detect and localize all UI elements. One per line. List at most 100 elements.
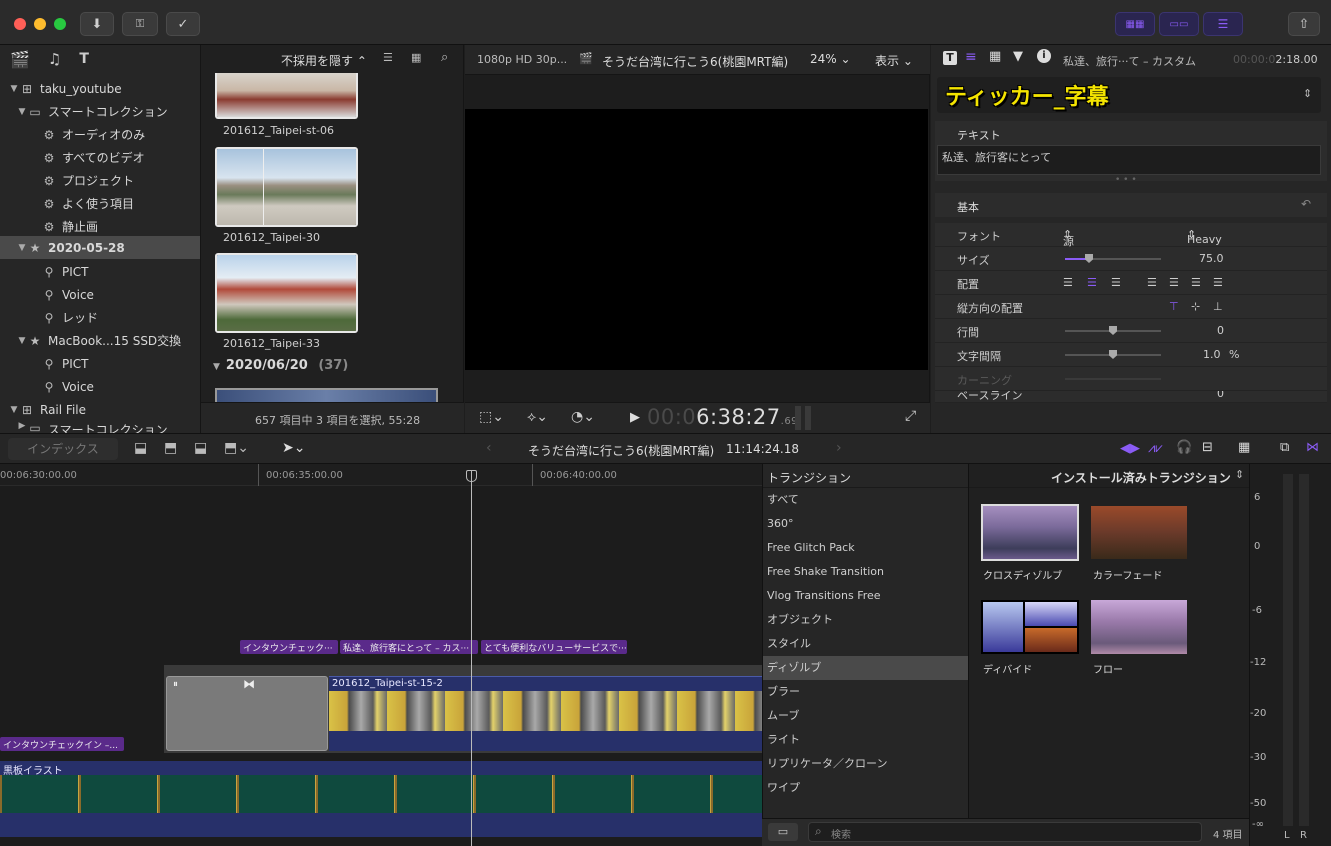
library-item-voice-2[interactable]: ⚲ Voice [0,375,200,398]
basic-section-header[interactable]: 基本 ↶ [935,193,1327,217]
kerning-slider[interactable] [1065,378,1161,380]
timeline-ruler[interactable]: 00:06:30:00.00 00:06:35:00.00 00:06:40:0… [0,464,762,486]
append-clip-icon[interactable]: ⬓ [194,440,207,456]
show-browser-button[interactable]: ▦▦ [1115,12,1155,36]
zoom-window-button[interactable] [54,18,66,30]
keywords-button[interactable]: ⚿ [122,12,158,36]
display-menu[interactable]: 表示 ⌄ [875,52,913,69]
tracking-value[interactable]: 1.0 [1203,348,1221,361]
library-item-pict[interactable]: ⚲ PICT [0,260,200,283]
align-left-icon[interactable]: ☰ [1063,276,1073,289]
zoom-popup[interactable]: 24% ⌄ [810,52,851,66]
category-item[interactable]: ライト [763,728,968,752]
library-item-pict-2[interactable]: ⚲ PICT [0,352,200,375]
title-clip[interactable]: インタウンチェック··· [240,640,338,654]
disclosure-triangle-icon[interactable]: ▼ [8,84,20,94]
library-item-projects[interactable]: ⚙ プロジェクト [0,169,200,192]
skimming-icon[interactable]: ◀▶ [1120,441,1140,456]
event-date-header[interactable]: ▼ 2020/06/20 (37) [213,358,348,373]
line-spacing-value[interactable]: 0 [1217,324,1224,337]
library-item-event-2020-05-28[interactable]: ▼ ★ 2020-05-28 [0,236,200,259]
disclosure-triangle-icon[interactable]: ▼ [16,336,28,346]
category-item[interactable]: ワイプ [763,776,968,800]
justify-center-icon[interactable]: ☰ [1169,276,1179,289]
align-right-icon[interactable]: ☰ [1111,276,1121,289]
video-clip[interactable]: 201612_Taipei-st-15-2 [329,676,762,751]
titles-generators-tab-icon[interactable]: T [79,51,89,67]
size-slider[interactable] [1065,254,1161,263]
line-spacing-slider[interactable] [1065,326,1161,335]
category-item[interactable]: すべて [763,488,968,512]
transform-icon[interactable]: ⬚⌄ [479,409,504,425]
overwrite-clip-icon[interactable]: ⬒⌄ [224,440,249,456]
category-item[interactable]: ムーブ [763,704,968,728]
clip-thumbnail[interactable] [215,147,358,227]
show-timeline-button[interactable]: ▭▭ [1159,12,1199,36]
font-popup[interactable]: 源ノ角ゴシック... ⇕ [1063,228,1085,344]
baseline-value[interactable]: 0 [1217,391,1224,400]
align-center-icon[interactable]: ☰ [1087,276,1097,289]
transition-tile-cross-dissolve[interactable] [981,504,1079,561]
library-item-voice[interactable]: ⚲ Voice [0,283,200,306]
back-arrow-icon[interactable]: ‹ [486,440,492,456]
sidebar-toggle-icon[interactable]: ▭ [768,823,798,841]
title-inspector-icon[interactable]: T [943,51,957,65]
clip-thumbnail[interactable] [215,388,438,402]
connect-clip-icon[interactable]: ⬓ [134,440,147,456]
crop-icon[interactable]: ⟡⌄ [527,409,548,425]
fullscreen-icon[interactable]: ⤢ [905,408,916,424]
timecode-display[interactable]: 00:06:38:27.69 [647,405,798,429]
index-button[interactable]: インデックス [8,438,118,460]
filter-popup[interactable]: 不採用を隠す ⌃ [281,52,367,69]
clip-thumbnail[interactable] [215,73,358,119]
filmstrip-icon[interactable]: ▦ [411,51,421,64]
list-view-icon[interactable]: ☰ [383,51,393,64]
import-button[interactable]: ⬇ [80,12,114,36]
solo-icon[interactable]: ⊟ [1202,440,1213,455]
speed-icon[interactable]: ◔⌄ [571,409,595,425]
category-item[interactable]: ブラー [763,680,968,704]
preset-popup[interactable]: ティッカー_字幕 ⇕ [937,77,1321,113]
transitions-search-input[interactable]: ⌕ 検索 [808,822,1202,842]
video-inspector-icon[interactable]: ▦ [989,49,1001,64]
share-button[interactable]: ⇧ [1288,12,1320,36]
size-value[interactable]: 75.0 [1199,252,1224,265]
title-clip[interactable]: インタウンチェックイン –... [0,737,124,751]
clip-thumbnail[interactable] [215,253,358,333]
transition-tile-divide[interactable] [981,600,1079,654]
close-window-button[interactable] [14,18,26,30]
video-canvas[interactable] [465,109,928,370]
slider-thumb[interactable] [1109,350,1117,359]
title-clip[interactable]: とても便利なバリューサービスで··· [481,640,627,654]
valign-middle-icon[interactable]: ⊹ [1191,300,1200,313]
library-item-smart-collections[interactable]: ▼ ▭ スマートコレクション [0,100,200,123]
transition-clip[interactable]: ⏸ ⧓ [166,676,328,751]
installed-transitions-popup[interactable]: インストール済みトランジション ⇕ [969,464,1250,488]
category-item[interactable]: Vlog Transitions Free [763,584,968,608]
transition-tile-color-fade[interactable] [1091,506,1187,559]
slider-thumb[interactable] [1085,254,1093,263]
show-inspector-button[interactable]: ☰ [1203,12,1243,36]
transitions-browser-icon[interactable]: ⋈ [1306,440,1319,455]
justify-right-icon[interactable]: ☰ [1191,276,1201,289]
audio-skimming-icon[interactable]: ⩘⩗ [1148,441,1163,456]
resize-handle-icon[interactable]: • • • [1115,175,1137,185]
disclosure-triangle-icon[interactable]: ▼ [16,243,28,253]
playhead[interactable] [471,470,472,846]
library-item-smart-collections-2[interactable]: ▶ ▭ スマートコレクション [0,421,200,433]
category-item-selected[interactable]: ディゾルブ [763,656,968,680]
library-item-audio-only[interactable]: ⚙ オーディオのみ [0,123,200,146]
libraries-tab-icon[interactable]: 🎬 [10,50,30,69]
category-item[interactable]: オブジェクト [763,608,968,632]
justify-left-icon[interactable]: ☰ [1147,276,1157,289]
info-icon[interactable]: i [1037,49,1051,63]
reset-icon[interactable]: ↶ [1301,197,1311,211]
text-field[interactable]: 私達、旅行客にとって [937,145,1321,175]
minimize-window-button[interactable] [34,18,46,30]
play-icon[interactable]: ▶ [630,410,640,425]
category-item[interactable]: Free Shake Transition [763,560,968,584]
slider-thumb[interactable] [1109,326,1117,335]
effects-browser-icon[interactable]: ⧉ [1280,440,1289,455]
timeline[interactable]: 00:06:30:00.00 00:06:35:00.00 00:06:40:0… [0,464,762,846]
library-item-all-video[interactable]: ⚙ すべてのビデオ [0,146,200,169]
